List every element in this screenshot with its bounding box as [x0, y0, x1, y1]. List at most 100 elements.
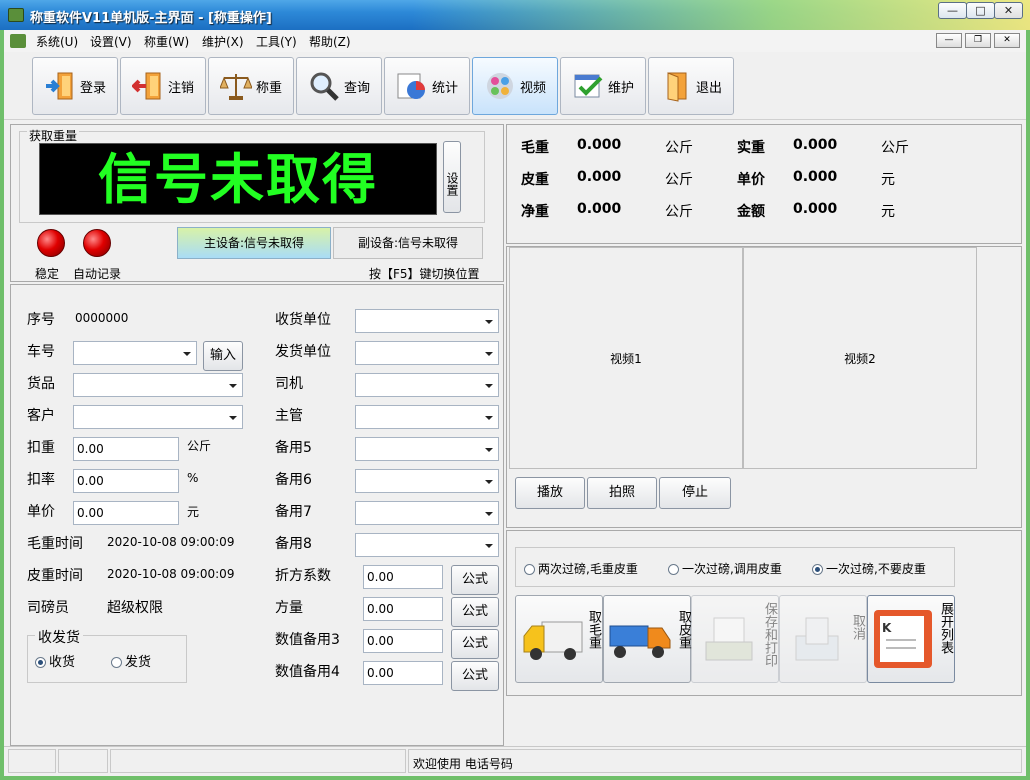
plate-label: 车号 — [27, 344, 55, 360]
stop-button[interactable]: 停止 — [659, 477, 731, 509]
weight-display: 信号未取得 — [39, 143, 437, 215]
customer-combo[interactable] — [73, 405, 243, 429]
plate-input-button[interactable]: 输入 — [203, 341, 243, 371]
play-button[interactable]: 播放 — [515, 477, 585, 509]
minimize-button[interactable]: — — [938, 2, 967, 19]
driver-combo[interactable] — [355, 373, 499, 397]
status-cell-2 — [58, 749, 108, 773]
deduct-label: 扣重 — [27, 440, 55, 456]
logout-button[interactable]: 注销 — [120, 57, 206, 115]
weigh-button[interactable]: 称重 — [208, 57, 294, 115]
maintain-button[interactable]: 维护 — [560, 57, 646, 115]
receiver-combo[interactable] — [355, 309, 499, 333]
summary-value: 0.000 — [793, 169, 838, 185]
volume-label: 方量 — [275, 600, 303, 616]
maximize-button[interactable]: □ — [966, 2, 995, 19]
close-button[interactable]: ✕ — [994, 2, 1023, 19]
goods-combo[interactable] — [73, 373, 243, 397]
spare6-combo[interactable] — [355, 469, 499, 493]
printer-icon — [705, 617, 753, 661]
summary-unit: 公斤 — [665, 204, 693, 220]
mode-radio-two-pass[interactable] — [524, 564, 535, 575]
receive-option[interactable]: 收货 — [35, 651, 75, 670]
summary-label: 单价 — [737, 172, 765, 188]
spare8-combo[interactable] — [355, 533, 499, 557]
scale-icon — [219, 70, 252, 102]
num4-input[interactable]: 0.00 — [363, 661, 443, 685]
video-button[interactable]: 视频 — [472, 57, 558, 115]
maintain-label: 维护 — [607, 80, 634, 96]
video1-view[interactable]: 视频1 — [509, 247, 743, 469]
deduct-input[interactable]: 0.00 — [73, 437, 179, 461]
menu-weighing[interactable]: 称重(W) — [144, 33, 189, 50]
summary-value: 0.000 — [577, 137, 622, 153]
snapshot-button[interactable]: 拍照 — [587, 477, 657, 509]
price-unit: 元 — [187, 505, 200, 519]
save-print-button[interactable]: 保存和打印 — [691, 595, 779, 683]
summary-value: 0.000 — [577, 169, 622, 185]
factor-input[interactable]: 0.00 — [363, 565, 443, 589]
mdi-minimize-button[interactable]: — — [936, 33, 962, 48]
customer-label: 客户 — [27, 408, 55, 424]
num3-input[interactable]: 0.00 — [363, 629, 443, 653]
mode-option-no-tare[interactable]: 一次过磅,不要皮重 — [812, 560, 926, 577]
spare5-combo[interactable] — [355, 437, 499, 461]
volume-input[interactable]: 0.00 — [363, 597, 443, 621]
sender-label: 发货单位 — [275, 344, 331, 360]
mdi-restore-button[interactable]: ❐ — [965, 33, 991, 48]
get-gross-button[interactable]: 取毛重 — [515, 595, 603, 683]
factor-formula-button[interactable]: 公式 — [451, 565, 499, 595]
chart-icon — [396, 70, 428, 102]
supervisor-combo[interactable] — [355, 405, 499, 429]
query-button[interactable]: 查询 — [296, 57, 382, 115]
exit-button[interactable]: 退出 — [648, 57, 734, 115]
num4-formula-button[interactable]: 公式 — [451, 661, 499, 691]
summary-unit: 公斤 — [665, 140, 693, 156]
main-device-tab[interactable]: 主设备:信号未取得 — [177, 227, 331, 259]
summary-value: 0.000 — [793, 137, 838, 153]
mode-option-two-pass[interactable]: 两次过磅,毛重皮重 — [524, 560, 638, 577]
menu-tools[interactable]: 工具(Y) — [256, 33, 297, 50]
sub-device-tab[interactable]: 副设备:信号未取得 — [333, 227, 483, 259]
cancel-label: 取消 — [850, 614, 865, 640]
login-label: 登录 — [79, 80, 106, 96]
price-input[interactable]: 0.00 — [73, 501, 179, 525]
volume-formula-button[interactable]: 公式 — [451, 597, 499, 627]
mode-radio-no-tare[interactable] — [812, 564, 823, 575]
gross-time-value: 2020-10-08 09:00:09 — [107, 535, 235, 549]
rate-input[interactable]: 0.00 — [73, 469, 179, 493]
mode-radio-use-tare[interactable] — [668, 564, 679, 575]
expand-list-button[interactable]: K 展开列表 — [867, 595, 955, 683]
menu-system[interactable]: 系统(U) — [36, 33, 78, 50]
chevron-down-icon — [485, 544, 493, 548]
receive-radio[interactable] — [35, 657, 46, 668]
menu-help[interactable]: 帮助(Z) — [309, 33, 351, 50]
status-message: 欢迎使用 电话号码 — [408, 749, 1022, 773]
save-print-label: 保存和打印 — [762, 602, 777, 667]
spare7-combo[interactable] — [355, 501, 499, 525]
login-button[interactable]: 登录 — [32, 57, 118, 115]
statistics-button[interactable]: 统计 — [384, 57, 470, 115]
rate-label: 扣率 — [27, 472, 55, 488]
menu-maintenance[interactable]: 维护(X) — [202, 33, 244, 50]
mode-option-use-tare[interactable]: 一次过磅,调用皮重 — [668, 560, 782, 577]
chevron-down-icon — [485, 320, 493, 324]
plate-combo[interactable] — [73, 341, 197, 365]
video2-view[interactable]: 视频2 — [743, 247, 977, 469]
num4-label: 数值备用4 — [275, 664, 340, 680]
auto-record-label: 自动记录 — [73, 267, 122, 281]
sender-combo[interactable] — [355, 341, 499, 365]
menu-app-icon — [10, 34, 26, 48]
chevron-down-icon — [485, 416, 493, 420]
supervisor-label: 主管 — [275, 408, 303, 424]
mdi-close-button[interactable]: ✕ — [994, 33, 1020, 48]
display-settings-button[interactable]: 设置 — [443, 141, 461, 213]
menu-settings[interactable]: 设置(V) — [90, 33, 132, 50]
get-tare-button[interactable]: 取皮重 — [603, 595, 691, 683]
expand-list-label: 展开列表 — [938, 602, 953, 654]
cancel-button[interactable]: 取消 — [779, 595, 867, 683]
send-radio[interactable] — [111, 657, 122, 668]
send-option[interactable]: 发货 — [111, 651, 151, 670]
switch-hint: 按【F5】键切换位置 — [369, 267, 480, 281]
num3-formula-button[interactable]: 公式 — [451, 629, 499, 659]
